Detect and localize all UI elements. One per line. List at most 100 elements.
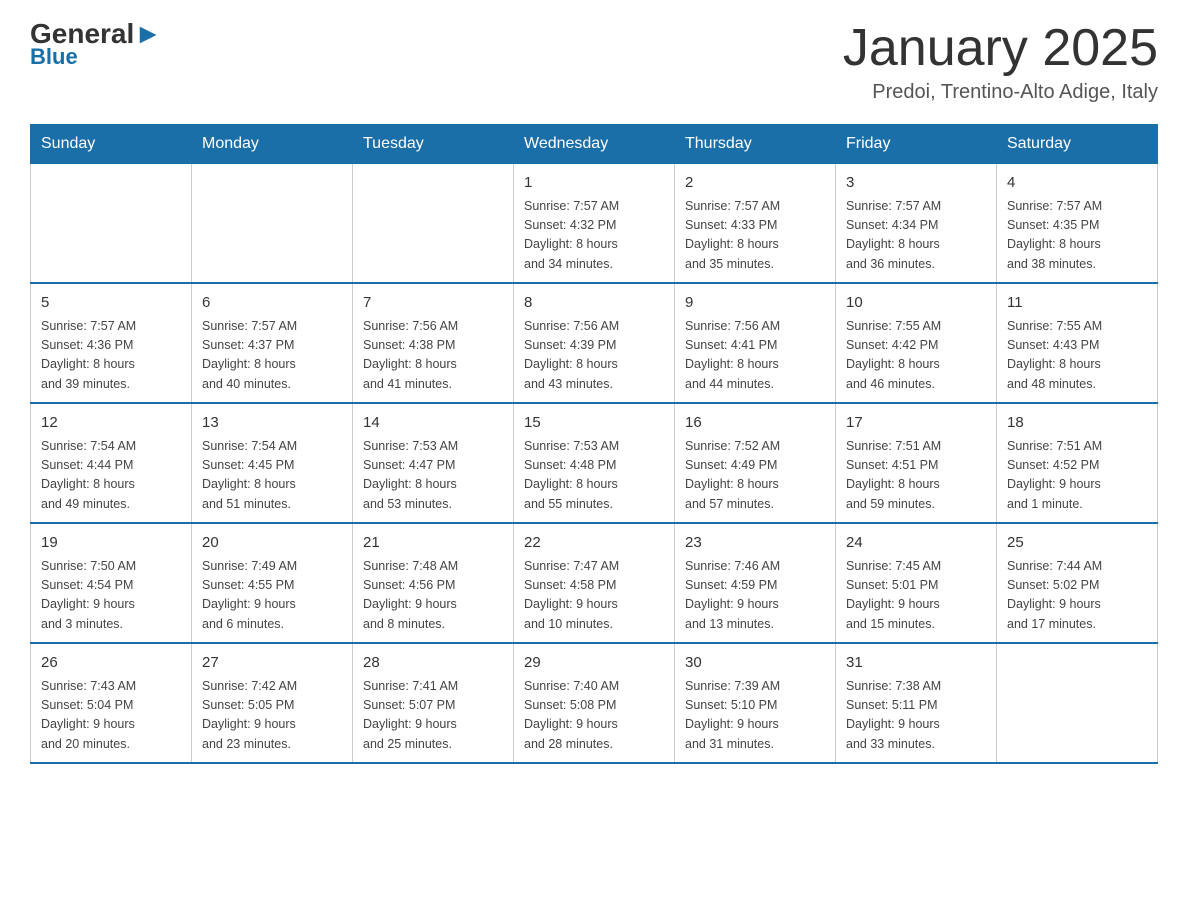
calendar-cell: 17Sunrise: 7:51 AM Sunset: 4:51 PM Dayli… — [836, 403, 997, 523]
day-info: Sunrise: 7:47 AM Sunset: 4:58 PM Dayligh… — [524, 557, 664, 635]
day-number: 28 — [363, 652, 503, 675]
calendar-cell: 25Sunrise: 7:44 AM Sunset: 5:02 PM Dayli… — [997, 523, 1158, 643]
day-header-friday: Friday — [836, 125, 997, 164]
day-header-monday: Monday — [192, 125, 353, 164]
calendar-cell: 26Sunrise: 7:43 AM Sunset: 5:04 PM Dayli… — [31, 643, 192, 763]
day-info: Sunrise: 7:39 AM Sunset: 5:10 PM Dayligh… — [685, 677, 825, 755]
day-info: Sunrise: 7:57 AM Sunset: 4:34 PM Dayligh… — [846, 197, 986, 275]
calendar-cell: 28Sunrise: 7:41 AM Sunset: 5:07 PM Dayli… — [353, 643, 514, 763]
day-info: Sunrise: 7:46 AM Sunset: 4:59 PM Dayligh… — [685, 557, 825, 635]
day-info: Sunrise: 7:57 AM Sunset: 4:32 PM Dayligh… — [524, 197, 664, 275]
day-number: 13 — [202, 412, 342, 435]
day-header-tuesday: Tuesday — [353, 125, 514, 164]
calendar-cell — [997, 643, 1158, 763]
calendar-cell — [31, 164, 192, 284]
calendar-cell: 23Sunrise: 7:46 AM Sunset: 4:59 PM Dayli… — [675, 523, 836, 643]
calendar-body: 1Sunrise: 7:57 AM Sunset: 4:32 PM Daylig… — [31, 164, 1158, 764]
calendar-cell: 16Sunrise: 7:52 AM Sunset: 4:49 PM Dayli… — [675, 403, 836, 523]
day-info: Sunrise: 7:54 AM Sunset: 4:45 PM Dayligh… — [202, 437, 342, 515]
day-header-sunday: Sunday — [31, 125, 192, 164]
day-number: 12 — [41, 412, 181, 435]
day-info: Sunrise: 7:45 AM Sunset: 5:01 PM Dayligh… — [846, 557, 986, 635]
header-row: SundayMondayTuesdayWednesdayThursdayFrid… — [31, 125, 1158, 164]
calendar-table: SundayMondayTuesdayWednesdayThursdayFrid… — [30, 124, 1158, 764]
calendar-cell: 24Sunrise: 7:45 AM Sunset: 5:01 PM Dayli… — [836, 523, 997, 643]
day-header-thursday: Thursday — [675, 125, 836, 164]
day-info: Sunrise: 7:53 AM Sunset: 4:48 PM Dayligh… — [524, 437, 664, 515]
day-info: Sunrise: 7:48 AM Sunset: 4:56 PM Dayligh… — [363, 557, 503, 635]
calendar-header: SundayMondayTuesdayWednesdayThursdayFrid… — [31, 125, 1158, 164]
week-row-2: 5Sunrise: 7:57 AM Sunset: 4:36 PM Daylig… — [31, 283, 1158, 403]
calendar-cell: 10Sunrise: 7:55 AM Sunset: 4:42 PM Dayli… — [836, 283, 997, 403]
day-number: 15 — [524, 412, 664, 435]
logo-arrow: ► — [134, 20, 162, 48]
day-info: Sunrise: 7:57 AM Sunset: 4:33 PM Dayligh… — [685, 197, 825, 275]
day-info: Sunrise: 7:55 AM Sunset: 4:42 PM Dayligh… — [846, 317, 986, 395]
page-header: General► Blue January 2025 Predoi, Trent… — [30, 20, 1158, 104]
day-number: 18 — [1007, 412, 1147, 435]
day-number: 27 — [202, 652, 342, 675]
calendar-cell: 7Sunrise: 7:56 AM Sunset: 4:38 PM Daylig… — [353, 283, 514, 403]
calendar-cell: 9Sunrise: 7:56 AM Sunset: 4:41 PM Daylig… — [675, 283, 836, 403]
day-info: Sunrise: 7:50 AM Sunset: 4:54 PM Dayligh… — [41, 557, 181, 635]
day-number: 10 — [846, 292, 986, 315]
day-number: 5 — [41, 292, 181, 315]
subtitle: Predoi, Trentino-Alto Adige, Italy — [843, 81, 1158, 104]
day-info: Sunrise: 7:41 AM Sunset: 5:07 PM Dayligh… — [363, 677, 503, 755]
calendar-cell: 11Sunrise: 7:55 AM Sunset: 4:43 PM Dayli… — [997, 283, 1158, 403]
day-info: Sunrise: 7:57 AM Sunset: 4:37 PM Dayligh… — [202, 317, 342, 395]
calendar-cell: 20Sunrise: 7:49 AM Sunset: 4:55 PM Dayli… — [192, 523, 353, 643]
week-row-1: 1Sunrise: 7:57 AM Sunset: 4:32 PM Daylig… — [31, 164, 1158, 284]
day-info: Sunrise: 7:56 AM Sunset: 4:41 PM Dayligh… — [685, 317, 825, 395]
day-info: Sunrise: 7:55 AM Sunset: 4:43 PM Dayligh… — [1007, 317, 1147, 395]
logo: General► Blue — [30, 20, 162, 70]
day-number: 21 — [363, 532, 503, 555]
calendar-cell: 1Sunrise: 7:57 AM Sunset: 4:32 PM Daylig… — [514, 164, 675, 284]
calendar-cell: 21Sunrise: 7:48 AM Sunset: 4:56 PM Dayli… — [353, 523, 514, 643]
day-number: 19 — [41, 532, 181, 555]
day-info: Sunrise: 7:42 AM Sunset: 5:05 PM Dayligh… — [202, 677, 342, 755]
day-header-wednesday: Wednesday — [514, 125, 675, 164]
calendar-cell: 15Sunrise: 7:53 AM Sunset: 4:48 PM Dayli… — [514, 403, 675, 523]
calendar-cell: 3Sunrise: 7:57 AM Sunset: 4:34 PM Daylig… — [836, 164, 997, 284]
day-number: 31 — [846, 652, 986, 675]
day-info: Sunrise: 7:56 AM Sunset: 4:39 PM Dayligh… — [524, 317, 664, 395]
day-number: 2 — [685, 172, 825, 195]
calendar-cell: 4Sunrise: 7:57 AM Sunset: 4:35 PM Daylig… — [997, 164, 1158, 284]
day-number: 17 — [846, 412, 986, 435]
day-info: Sunrise: 7:57 AM Sunset: 4:35 PM Dayligh… — [1007, 197, 1147, 275]
calendar-cell: 8Sunrise: 7:56 AM Sunset: 4:39 PM Daylig… — [514, 283, 675, 403]
day-info: Sunrise: 7:52 AM Sunset: 4:49 PM Dayligh… — [685, 437, 825, 515]
day-info: Sunrise: 7:53 AM Sunset: 4:47 PM Dayligh… — [363, 437, 503, 515]
day-info: Sunrise: 7:51 AM Sunset: 4:51 PM Dayligh… — [846, 437, 986, 515]
calendar-cell — [353, 164, 514, 284]
calendar-cell: 30Sunrise: 7:39 AM Sunset: 5:10 PM Dayli… — [675, 643, 836, 763]
day-number: 6 — [202, 292, 342, 315]
calendar-cell: 5Sunrise: 7:57 AM Sunset: 4:36 PM Daylig… — [31, 283, 192, 403]
day-info: Sunrise: 7:43 AM Sunset: 5:04 PM Dayligh… — [41, 677, 181, 755]
day-number: 4 — [1007, 172, 1147, 195]
day-number: 20 — [202, 532, 342, 555]
day-number: 24 — [846, 532, 986, 555]
day-info: Sunrise: 7:57 AM Sunset: 4:36 PM Dayligh… — [41, 317, 181, 395]
day-number: 3 — [846, 172, 986, 195]
day-info: Sunrise: 7:56 AM Sunset: 4:38 PM Dayligh… — [363, 317, 503, 395]
week-row-5: 26Sunrise: 7:43 AM Sunset: 5:04 PM Dayli… — [31, 643, 1158, 763]
calendar-cell: 27Sunrise: 7:42 AM Sunset: 5:05 PM Dayli… — [192, 643, 353, 763]
day-number: 23 — [685, 532, 825, 555]
calendar-cell: 14Sunrise: 7:53 AM Sunset: 4:47 PM Dayli… — [353, 403, 514, 523]
day-number: 25 — [1007, 532, 1147, 555]
day-number: 26 — [41, 652, 181, 675]
day-number: 22 — [524, 532, 664, 555]
calendar-cell: 13Sunrise: 7:54 AM Sunset: 4:45 PM Dayli… — [192, 403, 353, 523]
day-number: 30 — [685, 652, 825, 675]
day-number: 8 — [524, 292, 664, 315]
calendar-cell — [192, 164, 353, 284]
day-info: Sunrise: 7:51 AM Sunset: 4:52 PM Dayligh… — [1007, 437, 1147, 515]
day-number: 14 — [363, 412, 503, 435]
logo-bottom: Blue — [30, 44, 78, 70]
day-header-saturday: Saturday — [997, 125, 1158, 164]
calendar-cell: 29Sunrise: 7:40 AM Sunset: 5:08 PM Dayli… — [514, 643, 675, 763]
day-info: Sunrise: 7:49 AM Sunset: 4:55 PM Dayligh… — [202, 557, 342, 635]
week-row-4: 19Sunrise: 7:50 AM Sunset: 4:54 PM Dayli… — [31, 523, 1158, 643]
